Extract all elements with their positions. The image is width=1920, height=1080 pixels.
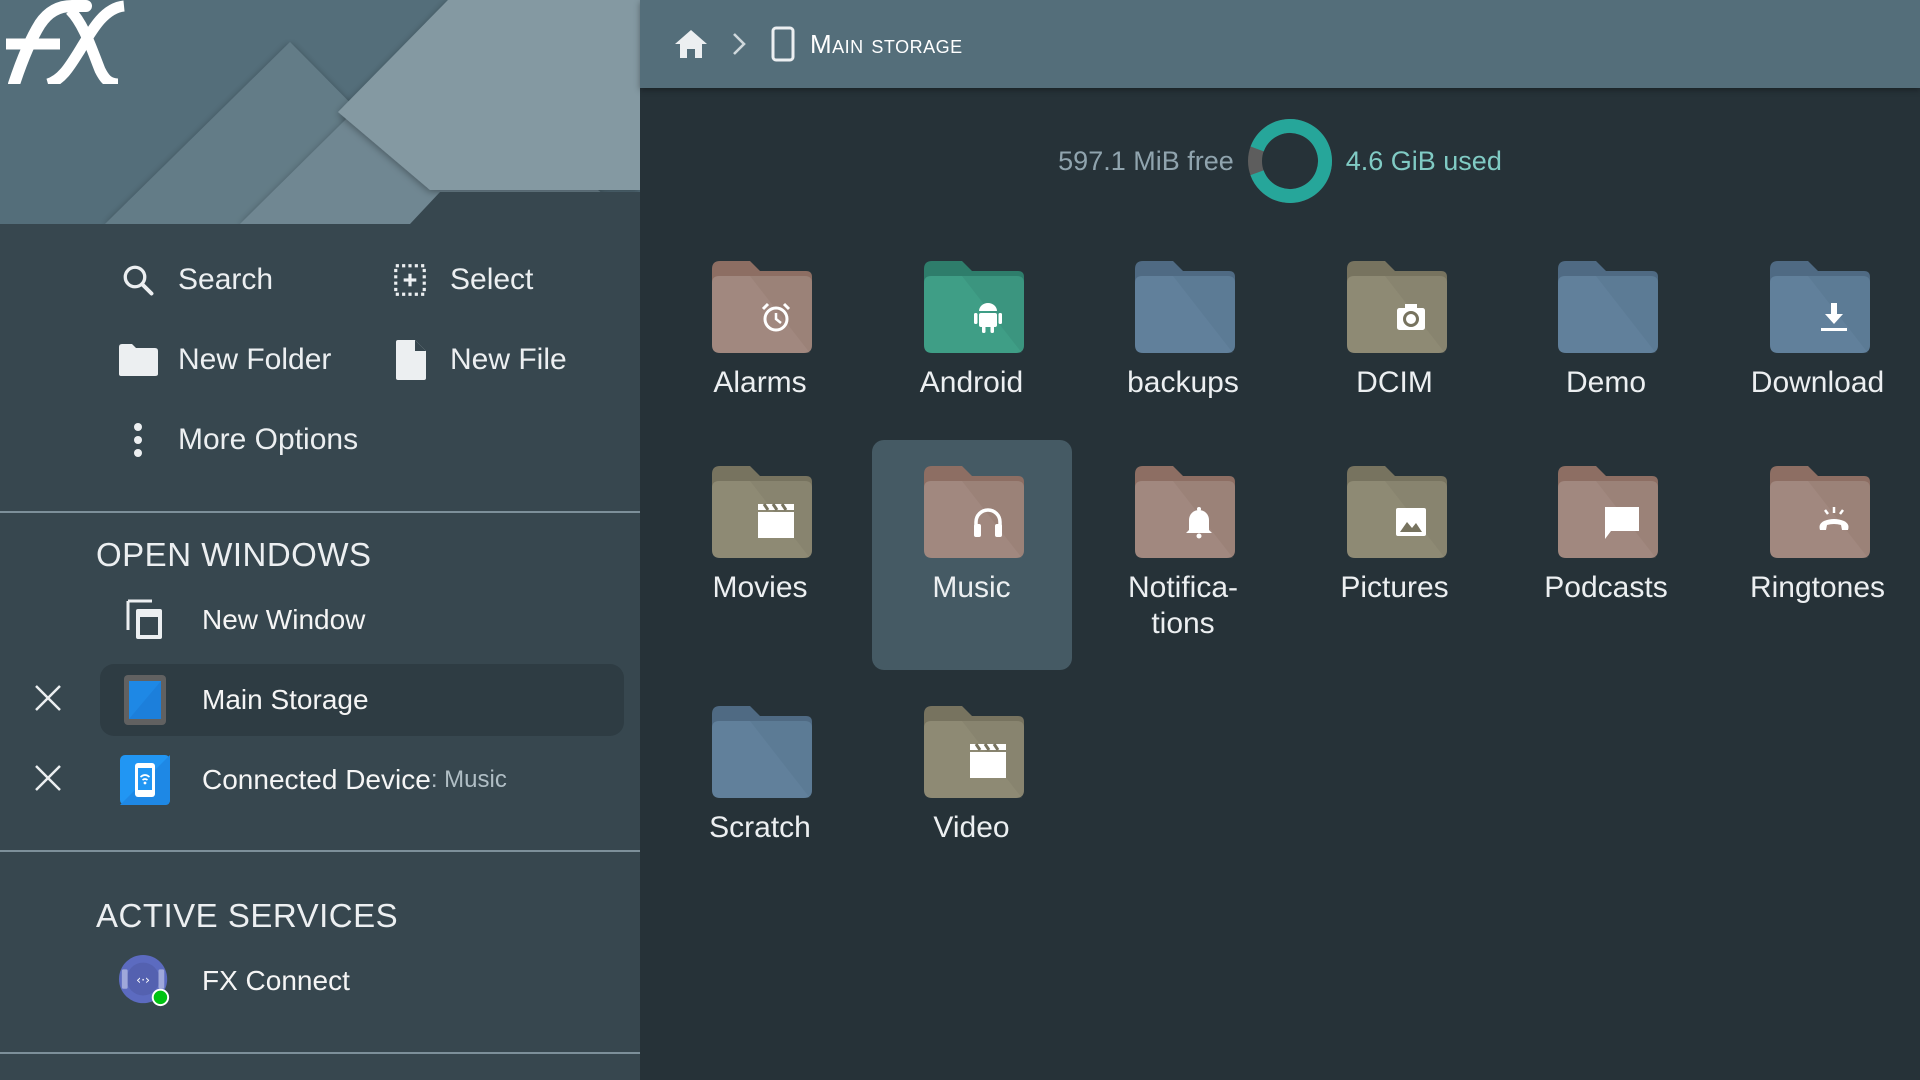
select-icon xyxy=(388,258,432,302)
window-sublabel: : Music xyxy=(430,766,507,793)
new-window-label: New Window xyxy=(202,604,366,635)
folder-label: Android xyxy=(919,366,1024,399)
folder-item[interactable]: Music xyxy=(871,440,1072,670)
folder-label: DCIM xyxy=(1356,366,1433,399)
storage-free-label: 597.1 MiB free xyxy=(1058,145,1234,176)
search-button[interactable]: Search xyxy=(116,252,273,308)
drawer-header-banner xyxy=(0,0,640,224)
folder-label: Notifica- tions xyxy=(1127,571,1239,640)
storage-usage-ring xyxy=(1247,119,1332,203)
folder-label: Movies xyxy=(712,571,808,604)
folder-icon xyxy=(1556,259,1660,355)
folder-icon xyxy=(922,464,1026,560)
divider xyxy=(0,1052,640,1054)
folder-icon xyxy=(1133,464,1237,560)
window-item-connected-device[interactable]: Connected Device: Music xyxy=(100,744,624,816)
folder-icon xyxy=(1133,259,1237,355)
folder-item[interactable]: Download xyxy=(1718,235,1918,465)
folder-item[interactable]: Ringtones xyxy=(1718,440,1918,670)
folder-label: Music xyxy=(932,571,1011,604)
open-windows-heading: OPEN WINDOWS xyxy=(96,536,372,573)
folder-label: Scratch xyxy=(709,811,811,844)
fx-file-explorer: Search Select New Folder New File More O… xyxy=(0,0,1920,1080)
folder-item[interactable]: Demo xyxy=(1506,235,1706,465)
breadcrumb-main-storage[interactable]: Main Storage xyxy=(768,24,963,64)
folder-item[interactable]: Pictures xyxy=(1295,440,1495,670)
folder-item[interactable]: Scratch xyxy=(660,680,860,910)
folder-icon xyxy=(1768,464,1872,560)
folder-label: Demo xyxy=(1565,366,1647,399)
close-window-connected-device-button[interactable] xyxy=(28,758,68,798)
window-item-main-storage[interactable]: Main Storage xyxy=(100,664,624,736)
new-folder-label: New Folder xyxy=(178,343,332,376)
folder-icon xyxy=(1345,259,1449,355)
home-icon[interactable] xyxy=(672,25,710,63)
fx-connect-icon: ‹·› xyxy=(118,954,172,1008)
active-services-heading: ACTIVE SERVICES xyxy=(96,897,399,934)
new-file-button[interactable]: New File xyxy=(388,332,567,388)
folder-item[interactable]: Notifica- tions xyxy=(1083,440,1283,670)
folder-icon xyxy=(922,704,1026,800)
search-label: Search xyxy=(178,263,274,296)
svg-text:‹·›: ‹·› xyxy=(136,972,150,987)
navigation-drawer: Search Select New Folder New File More O… xyxy=(0,0,640,1080)
divider xyxy=(0,850,640,852)
clapperboard-icon xyxy=(758,503,794,538)
service-label: FX Connect xyxy=(202,965,350,996)
folder-icon xyxy=(710,259,814,355)
breadcrumb-current-label: Main Storage xyxy=(810,28,963,59)
file-icon xyxy=(388,338,432,382)
window-label: Main Storage xyxy=(202,684,369,715)
folder-label: Pictures xyxy=(1340,571,1449,604)
search-icon xyxy=(116,258,160,302)
fx-logo-icon xyxy=(6,0,126,84)
folder-item[interactable]: Podcasts xyxy=(1506,440,1706,670)
phone-icon xyxy=(768,24,798,64)
more-vertical-icon xyxy=(116,418,160,462)
close-icon xyxy=(35,765,61,791)
storage-usage: 597.1 MiB free 4.6 GiB used xyxy=(640,114,1920,208)
folder-label: backups xyxy=(1127,366,1239,399)
folder-icon xyxy=(116,338,160,382)
folder-icon xyxy=(1345,464,1449,560)
new-window-button[interactable]: New Window xyxy=(100,584,624,656)
close-window-main-storage-button[interactable] xyxy=(28,678,68,718)
new-folder-button[interactable]: New Folder xyxy=(116,332,331,388)
more-options-label: More Options xyxy=(178,423,359,456)
folder-item[interactable]: Alarms xyxy=(660,235,860,465)
select-button[interactable]: Select xyxy=(388,252,533,308)
folder-icon xyxy=(1556,464,1660,560)
folder-item[interactable]: Video xyxy=(872,680,1072,910)
clapperboard-icon xyxy=(969,743,1006,778)
folder-item[interactable]: backups xyxy=(1083,235,1283,465)
select-label: Select xyxy=(450,263,534,296)
file-browser: Main Storage 597.1 MiB free 4.6 GiB used… xyxy=(640,0,1920,1080)
image-icon xyxy=(1395,508,1426,536)
folder-icon xyxy=(1768,259,1872,355)
folder-icon xyxy=(710,464,814,560)
folder-item[interactable]: Movies xyxy=(660,440,860,670)
folder-label: Podcasts xyxy=(1544,571,1668,604)
storage-used-label: 4.6 GiB used xyxy=(1345,145,1502,176)
folder-item[interactable]: DCIM xyxy=(1295,235,1495,465)
new-file-label: New File xyxy=(450,343,567,376)
chevron-right-icon xyxy=(724,29,754,59)
window-label: Connected Device xyxy=(202,764,431,795)
connected-device-icon xyxy=(118,753,172,807)
folder-label: Download xyxy=(1750,366,1885,399)
folder-label: Alarms xyxy=(713,366,807,399)
folder-icon xyxy=(922,259,1026,355)
folder-icon xyxy=(710,704,814,800)
close-icon xyxy=(35,685,61,711)
divider xyxy=(0,511,640,513)
storage-icon xyxy=(118,673,172,727)
breadcrumb: Main Storage xyxy=(640,0,1920,88)
folder-label: Ringtones xyxy=(1749,571,1886,604)
folder-label: Video xyxy=(933,811,1010,844)
new-window-icon xyxy=(118,593,172,647)
folder-item[interactable]: Android xyxy=(872,235,1072,465)
more-options-button[interactable]: More Options xyxy=(116,412,358,468)
service-item-fx-connect[interactable]: ‹·› FX Connect xyxy=(100,945,624,1017)
